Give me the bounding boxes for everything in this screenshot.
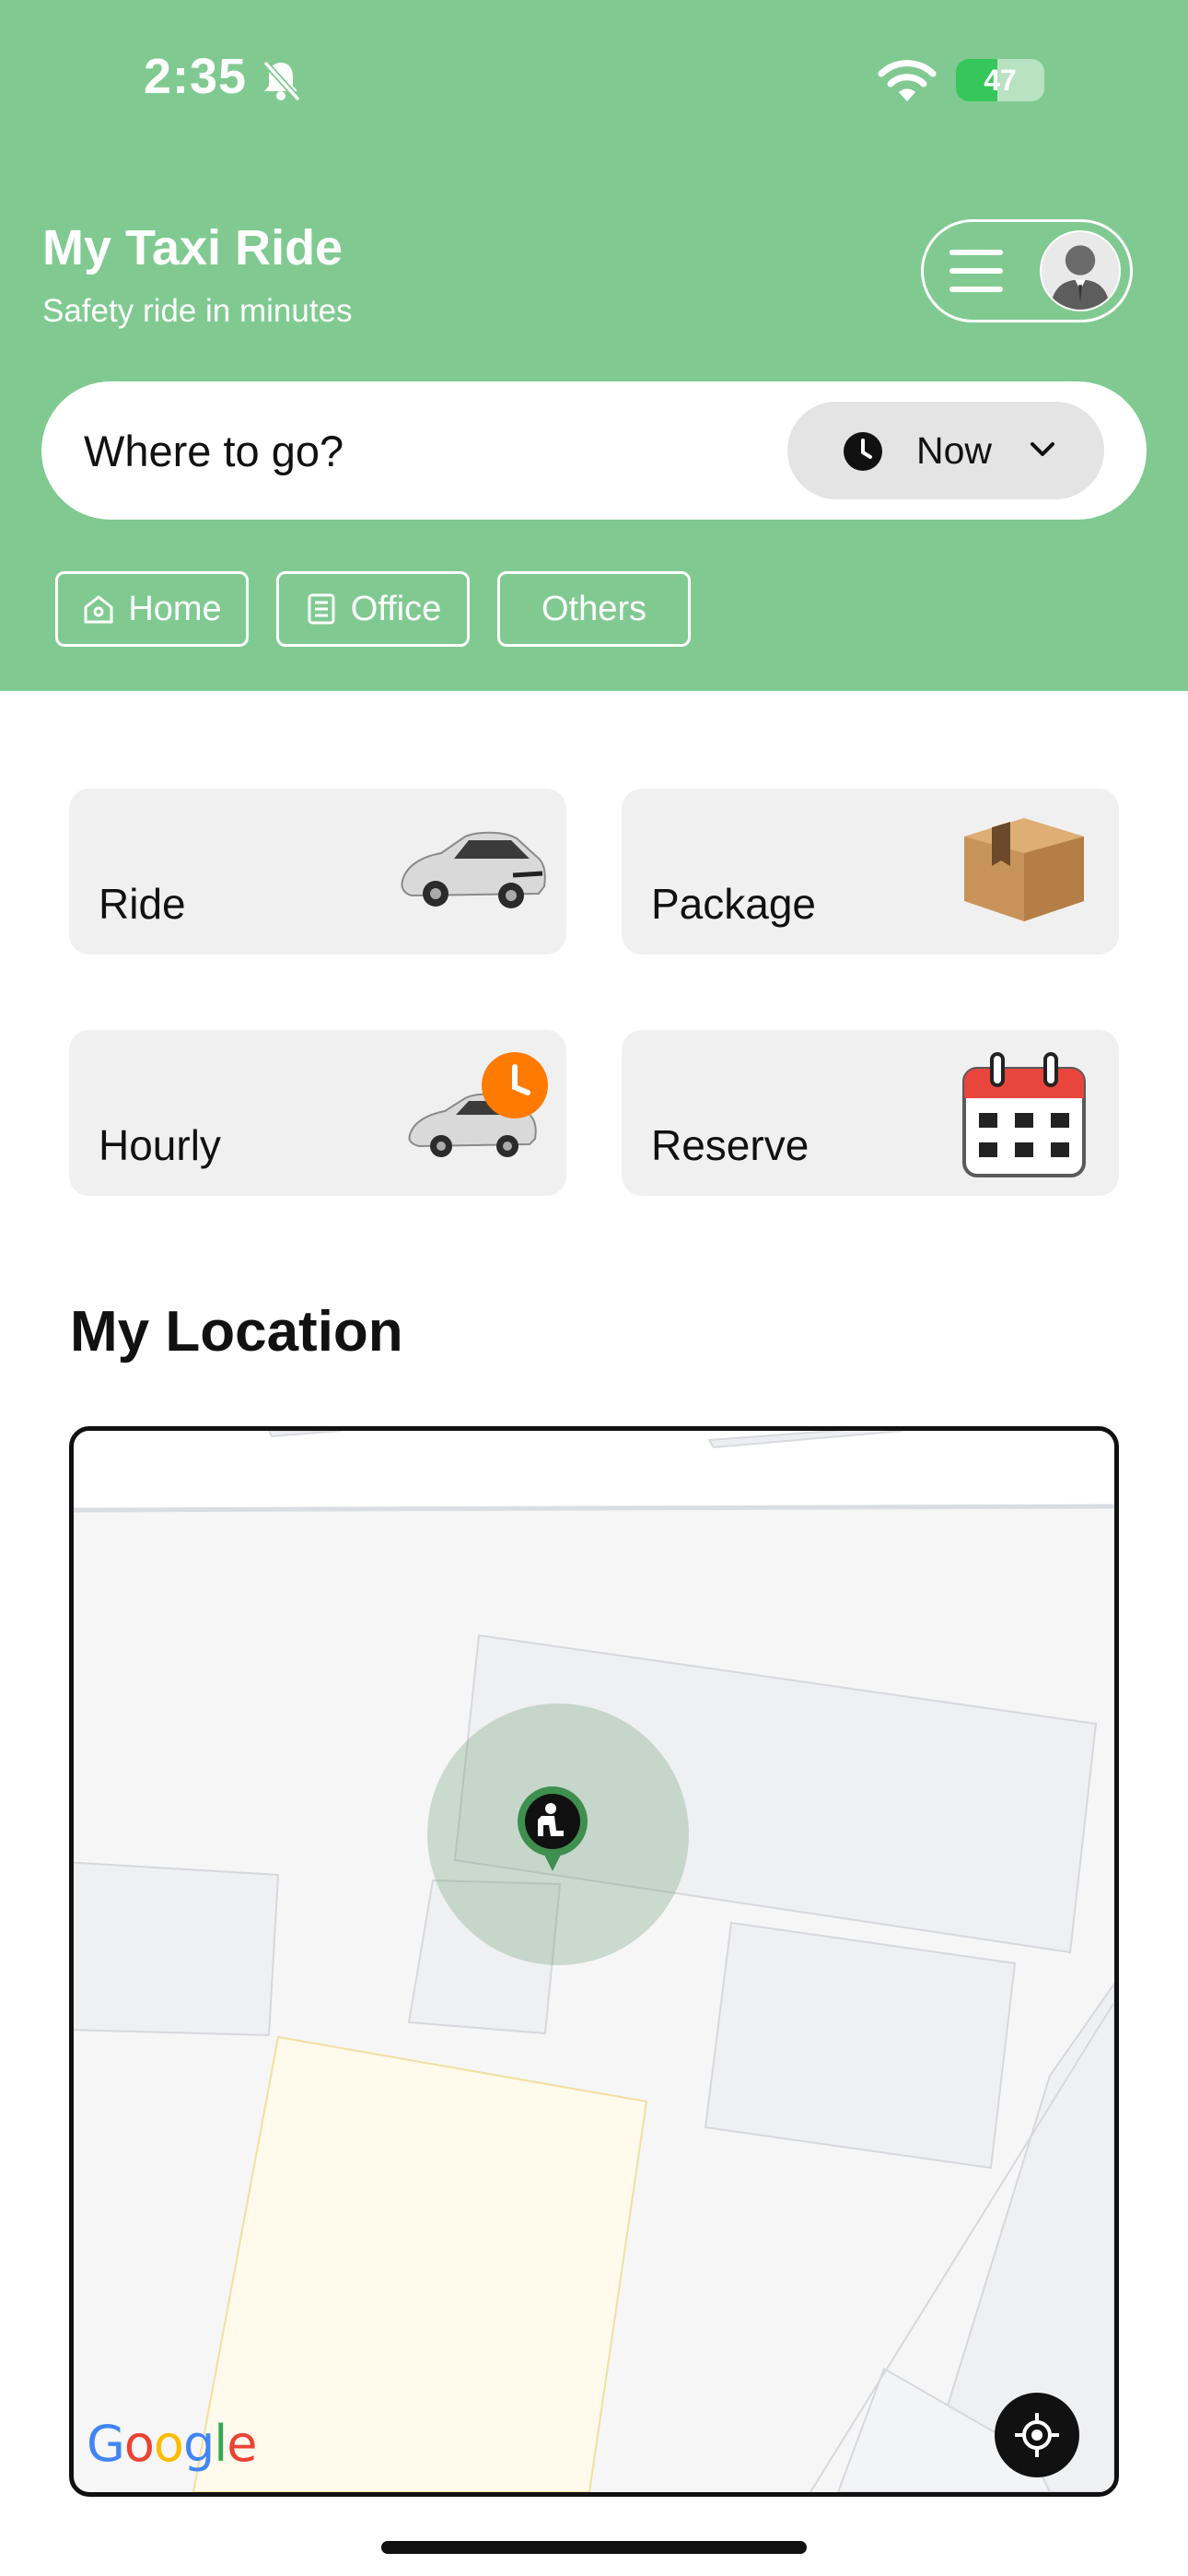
user-silhouette-icon [1050,245,1111,310]
app-title: My Taxi Ride [42,220,344,275]
calendar-icon [962,1052,1086,1177]
crosshair-icon [1015,2413,1059,2457]
service-label: Reserve [651,1121,809,1169]
home-icon [84,595,113,624]
building-icon [308,593,335,625]
destination-search[interactable]: Where to go? Now [41,381,1147,520]
recenter-location-button[interactable] [995,2393,1079,2477]
map-tiles [74,1431,1114,2492]
shortcut-office[interactable]: Office [276,571,470,647]
menu-profile-button[interactable] [921,219,1133,322]
wifi-icon [878,60,937,101]
service-reserve[interactable]: Reserve [622,1030,1119,1196]
home-indicator[interactable] [381,2541,807,2554]
car-clock-icon [408,1052,548,1157]
hamburger-menu-icon[interactable] [949,250,1003,292]
avatar[interactable] [1040,230,1121,311]
search-placeholder[interactable]: Where to go? [84,426,344,476]
service-label: Package [651,880,817,928]
pickup-time-button[interactable]: Now [787,402,1104,499]
car-icon [401,831,546,908]
section-title-my-location: My Location [70,1300,403,1364]
chevron-down-icon [1031,442,1054,456]
map-attribution-logo: Google [87,2415,257,2473]
service-hourly[interactable]: Hourly [69,1030,566,1196]
app-subtitle: Safety ride in minutes [42,293,353,329]
service-ride[interactable]: Ride [69,789,566,954]
bell-slash-icon [262,60,301,102]
battery-level: 47 [984,64,1017,97]
app-header: 2:35 47 My Taxi Ride Safety ride in minu… [0,0,1188,691]
location-map[interactable]: Google [69,1426,1119,2497]
service-label: Ride [99,880,186,928]
shortcut-label: Home [128,589,222,628]
pickup-time-label: Now [916,429,993,472]
status-time: 2:35 [144,49,248,104]
shortcut-label: Others [541,589,647,628]
shortcut-label: Office [350,589,442,628]
battery-charging-icon: 47 [956,59,1044,101]
service-label: Hourly [99,1121,221,1169]
service-package[interactable]: Package [622,789,1119,954]
package-box-icon [964,818,1084,921]
clock-icon [844,432,882,471]
shortcut-home[interactable]: Home [55,571,249,647]
user-location-pin-icon[interactable] [516,1783,589,1875]
shortcut-others[interactable]: Others [497,571,691,647]
